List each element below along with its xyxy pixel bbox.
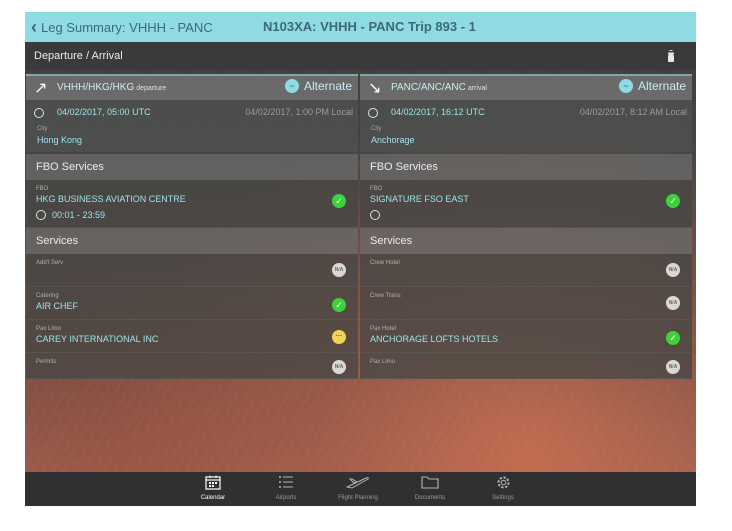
departure-alternate-button[interactable]: ~ Alternate [284,79,352,93]
status-na-icon: N/A [332,263,346,277]
service-value: ANCHORAGE LOFTS HOTELS [370,334,499,344]
service-row[interactable]: Crew Trans N/A [360,287,692,320]
arrival-time-box: 04/02/2017, 16:12 UTC 04/02/2017, 8:12 A… [360,100,692,152]
status-na-icon: N/A [666,360,680,374]
service-row[interactable]: Pax Limo CAREY INTERNATIONAL INC ··· [26,320,358,353]
service-row[interactable]: Pax Hotel ANCHORAGE LOFTS HOTELS ✓ [360,320,692,353]
fbo-services-header: FBO Services [360,154,692,180]
service-label: Permits [36,359,57,365]
alternate-label: Alternate [303,79,352,93]
departure-code: VHHH/HKG/HKG departure [57,82,167,93]
service-row[interactable]: Permits N/A [26,353,358,379]
arrow-down-right-icon: ↘ [368,80,382,97]
tab-label: Documents [414,495,446,501]
city-label: City [37,126,48,132]
clock-icon [36,210,46,220]
departure-time-box: 04/02/2017, 05:00 UTC 04/02/2017, 1:00 P… [26,100,358,152]
status-ok-icon: ✓ [666,194,680,208]
arrival-column: ↘ PANC/ANC/ANC arrival ~ Alternate 04/02/… [360,74,692,379]
back-button[interactable]: ‹ Leg Summary: VHHH - PANC [31,12,213,42]
arrival-header: ↘ PANC/ANC/ANC arrival ~ Alternate [360,74,692,100]
departure-city: Hong Kong [37,135,83,145]
service-row[interactable]: Catering AIR CHEF ✓ [26,287,358,320]
gear-icon [473,475,533,492]
departure-local-time: 04/02/2017, 1:00 PM Local [245,107,353,117]
service-label: Pax Limo [370,359,396,365]
status-na-icon: N/A [666,263,680,277]
service-row[interactable]: Pax Limo N/A [360,353,692,379]
tab-flight-planning[interactable]: Flight Planning [328,475,388,501]
plane-icon [328,475,388,492]
alternate-label: Alternate [637,79,686,93]
nav-bar: ‹ Leg Summary: VHHH - PANC N103XA: VHHH … [25,12,696,42]
clock-icon [370,210,380,220]
arrival-alternate-button[interactable]: ~ Alternate [618,79,686,93]
section-bar: Departure / Arrival [25,42,696,70]
fbo-label: FBO [370,186,383,192]
tab-label: Airports [275,495,297,501]
service-row[interactable]: Add'l Serv N/A [26,254,358,287]
service-label: Add'l Serv [36,260,64,266]
arrival-utc-time: 04/02/2017, 16:12 UTC [391,107,485,117]
fbo-name: SIGNATURE FSO EAST [370,194,469,204]
departure-column: ↗ VHHH/HKG/HKG departure ~ Alternate 04/0… [26,74,358,379]
back-button-label: Leg Summary: VHHH - PANC [41,19,213,35]
section-title: Departure / Arrival [34,50,123,62]
tab-label: Settings [492,495,514,501]
service-label: Pax Hotel [370,326,397,332]
arrow-up-right-icon: ↗ [34,80,48,97]
tab-settings[interactable]: Settings [473,475,533,501]
status-ok-icon: ✓ [666,331,680,345]
status-ok-icon: ✓ [332,298,346,312]
crew-icon[interactable] [664,49,678,63]
chevron-left-icon: ‹ [31,17,37,37]
tab-airports[interactable]: Airports [256,475,316,501]
service-value: CAREY INTERNATIONAL INC [36,334,159,344]
tab-label: Flight Planning [338,495,378,501]
page-title: N103XA: VHHH - PANC Trip 893 - 1 [263,19,476,34]
alternate-icon: ~ [284,79,299,93]
fbo-services-header: FBO Services [26,154,358,180]
fbo-name: HKG BUSINESS AVIATION CENTRE [36,194,186,204]
clock-icon [34,108,44,118]
fbo-row[interactable]: FBO HKG BUSINESS AVIATION CENTRE 00:01 -… [26,180,358,228]
arrival-local-time: 04/02/2017, 8:12 AM Local [579,107,687,117]
service-value: AIR CHEF [36,301,79,311]
calendar-icon [183,475,243,492]
clock-icon [368,108,378,118]
list-icon [256,475,316,492]
tab-calendar[interactable]: Calendar [183,475,243,501]
tab-bar: Calendar Airports Flight Planning Docume… [25,472,696,506]
fbo-hours: 00:01 - 23:59 [36,210,105,220]
fbo-label: FBO [36,186,49,192]
fbo-hours [370,210,386,220]
departure-header: ↗ VHHH/HKG/HKG departure ~ Alternate [26,74,358,100]
fbo-row[interactable]: FBO SIGNATURE FSO EAST ✓ [360,180,692,228]
service-label: Crew Hotel [370,260,400,266]
status-na-icon: N/A [332,360,346,374]
services-header: Services [26,228,358,254]
service-label: Pax Limo [36,326,62,332]
status-pending-icon: ··· [332,330,346,344]
arrival-city: Anchorage [371,135,415,145]
services-header: Services [360,228,692,254]
departure-utc-time: 04/02/2017, 05:00 UTC [57,107,151,117]
status-ok-icon: ✓ [332,194,346,208]
alternate-icon: ~ [618,79,633,93]
service-row[interactable]: Crew Hotel N/A [360,254,692,287]
tab-label: Calendar [200,495,226,501]
app-frame: ‹ Leg Summary: VHHH - PANC N103XA: VHHH … [25,12,696,506]
city-label: City [371,126,382,132]
status-na-icon: N/A [666,296,680,310]
service-label: Crew Trans [370,293,401,299]
arrival-code: PANC/ANC/ANC arrival [391,82,487,93]
folder-icon [400,475,460,492]
service-label: Catering [36,293,59,299]
tab-documents[interactable]: Documents [400,475,460,501]
